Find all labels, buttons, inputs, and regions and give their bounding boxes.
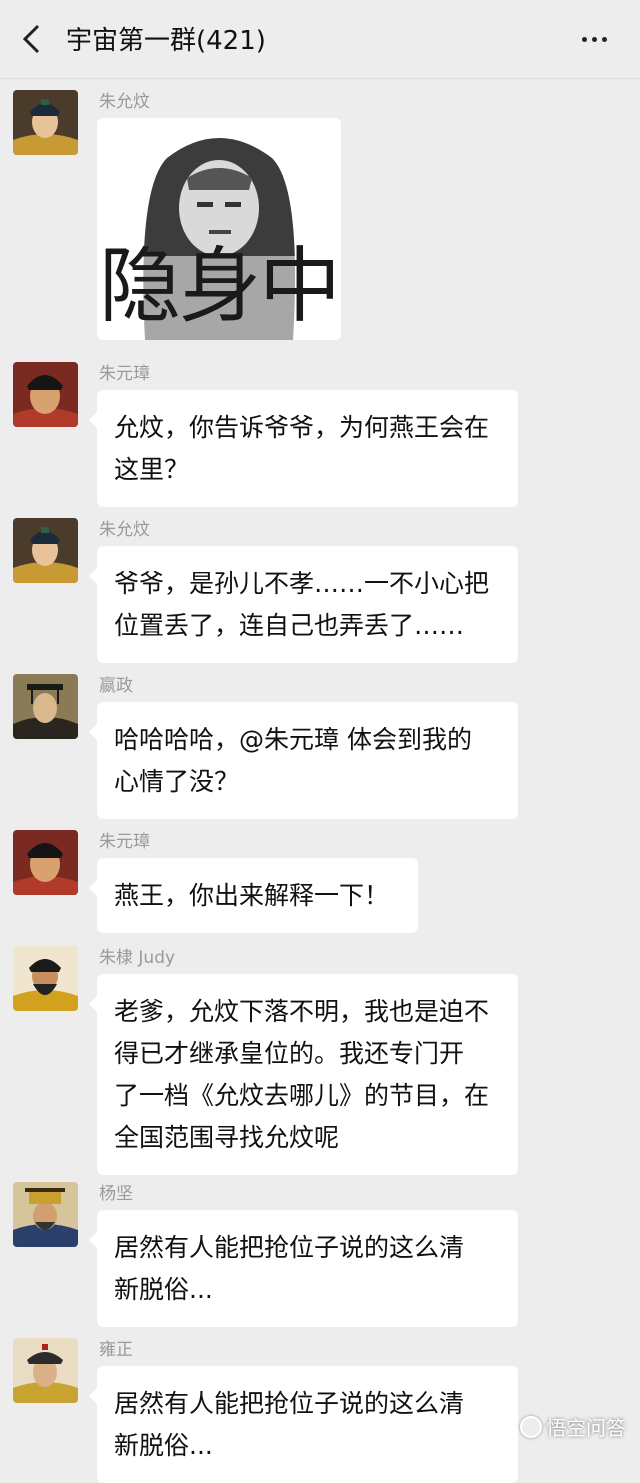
- message-line: 允炆，你告诉爷爷，为何燕王会在: [114, 407, 502, 449]
- avatar-yang-jian[interactable]: [13, 1182, 78, 1247]
- sender-name: 朱元璋: [99, 827, 150, 852]
- sender-name: 杨坚: [99, 1179, 133, 1204]
- chat-header: 宇宙第一群(421): [0, 0, 640, 79]
- sticker-caption: 隐身中: [97, 246, 341, 328]
- message-bubble[interactable]: 老爹，允炆下落不明，我也是迫不 得已才继承皇位的。我还专门开 了一档《允炆去哪儿…: [97, 974, 518, 1175]
- sticker-image[interactable]: 隐身中: [97, 118, 341, 340]
- message-bubble[interactable]: 爷爷，是孙儿不孝……一不小心把 位置丢了，连自己也弄丢了……: [97, 546, 518, 663]
- watermark-text: 悟空问答: [546, 1416, 626, 1440]
- watermark-logo-icon: [520, 1416, 542, 1438]
- sender-name: 朱元璋: [99, 359, 150, 384]
- sender-name: 雍正: [99, 1335, 133, 1360]
- message-line: 哈哈哈哈，@朱元璋 体会到我的: [114, 719, 502, 761]
- message-line: 燕王，你出来解释一下！: [114, 875, 402, 917]
- message-line: 位置丢了，连自己也弄丢了……: [114, 605, 502, 647]
- avatar-zhu-yuanzhang[interactable]: [13, 830, 78, 895]
- sender-name: 朱允炆: [99, 515, 150, 540]
- avatar-zhu-di[interactable]: [13, 946, 78, 1011]
- message-bubble[interactable]: 允炆，你告诉爷爷，为何燕王会在 这里？: [97, 390, 518, 507]
- avatar-zhu-yunwen[interactable]: [13, 518, 78, 583]
- more-dots-icon[interactable]: [578, 22, 612, 56]
- avatar-ying-zheng[interactable]: [13, 674, 78, 739]
- sender-name: 嬴政: [99, 671, 133, 696]
- sender-name: 朱棣 Judy: [99, 943, 175, 968]
- chevron-left-icon[interactable]: [20, 22, 44, 56]
- sender-name: 朱允炆: [99, 87, 150, 112]
- message-line: 心情了没？: [114, 761, 502, 803]
- message-line: 得已才继承皇位的。我还专门开: [114, 1033, 502, 1075]
- avatar-zhu-yunwen[interactable]: [13, 90, 78, 155]
- message-line: 新脱俗...: [114, 1425, 502, 1467]
- message-bubble[interactable]: 居然有人能把抢位子说的这么清 新脱俗...: [97, 1210, 518, 1327]
- message-bubble[interactable]: 居然有人能把抢位子说的这么清 新脱俗...: [97, 1366, 518, 1483]
- message-line: 了一档《允炆去哪儿》的节目，在: [114, 1075, 502, 1117]
- message-line: 居然有人能把抢位子说的这么清: [114, 1227, 502, 1269]
- message-bubble[interactable]: 哈哈哈哈，@朱元璋 体会到我的 心情了没？: [97, 702, 518, 819]
- chat-title: 宇宙第一群(421): [66, 20, 266, 57]
- message-line: 居然有人能把抢位子说的这么清: [114, 1383, 502, 1425]
- message-bubble[interactable]: 燕王，你出来解释一下！: [97, 858, 418, 933]
- avatar-yong-zheng[interactable]: [13, 1338, 78, 1403]
- message-line: 新脱俗...: [114, 1269, 502, 1311]
- message-line: 爷爷，是孙儿不孝……一不小心把: [114, 563, 502, 605]
- message-line: 全国范围寻找允炆呢: [114, 1117, 502, 1159]
- message-line: 老爹，允炆下落不明，我也是迫不: [114, 991, 502, 1033]
- watermark: 悟空问答: [520, 1412, 626, 1441]
- message-line: 这里？: [114, 449, 502, 491]
- avatar-zhu-yuanzhang[interactable]: [13, 362, 78, 427]
